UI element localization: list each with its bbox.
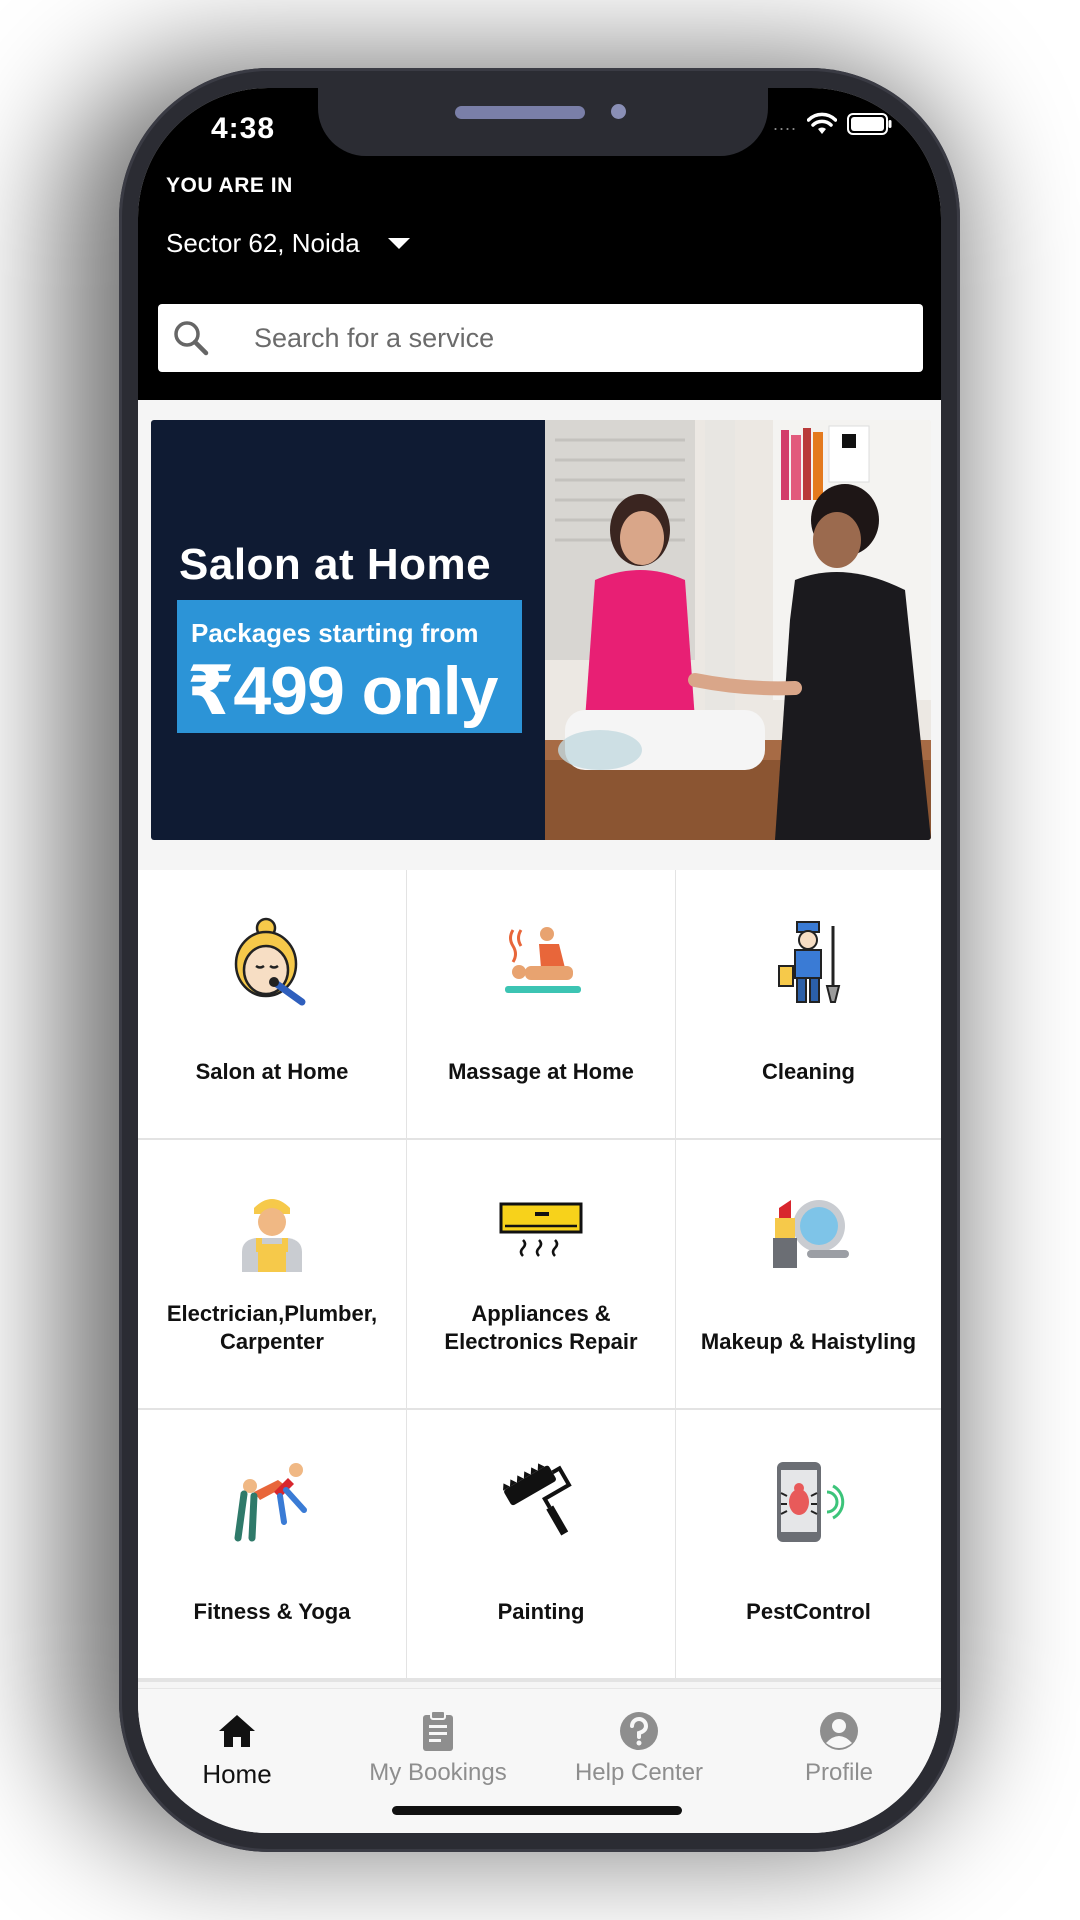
promo-banner[interactable]: Salon at Home Packages starting from ₹49… <box>151 420 931 840</box>
service-label: Appliances & Electronics Repair <box>444 1301 638 1354</box>
service-label: Electrician,Plumber, Carpenter <box>166 1301 378 1354</box>
battery-icon <box>847 113 892 135</box>
tab-help-center[interactable]: Help Center <box>539 1709 739 1787</box>
banner-subtitle: Packages starting from <box>191 618 479 648</box>
tab-label: My Bookings <box>369 1759 507 1786</box>
service-tile-cleaning[interactable]: Cleaning <box>676 870 941 1138</box>
home-indicator[interactable] <box>392 1806 682 1815</box>
service-label: PestControl <box>746 1599 871 1624</box>
location-caption: YOU ARE IN <box>166 174 293 197</box>
front-camera <box>611 104 626 119</box>
tab-my-bookings[interactable]: My Bookings <box>338 1709 538 1787</box>
clipboard-icon <box>423 1710 453 1751</box>
status-time: 4:38 <box>211 112 276 145</box>
profile-icon <box>820 1712 858 1750</box>
location-selector[interactable]: Sector 62, Noida <box>166 228 410 259</box>
service-label: Salon at Home <box>195 1059 349 1084</box>
banner-title: Salon at Home <box>179 540 492 589</box>
makeup-icon <box>772 1200 849 1268</box>
service-tile-electrician[interactable]: Electrician,Plumber, Carpenter <box>138 1140 406 1408</box>
search-input[interactable]: Search for a service <box>158 304 923 372</box>
services-grid: Salon at Home Massage at Home Cleaning E… <box>138 870 941 1682</box>
wifi-icon <box>807 112 837 134</box>
service-label: Painting <box>497 1599 585 1624</box>
location-value: Sector 62, Noida <box>166 228 360 258</box>
yoga-icon <box>234 1463 307 1542</box>
tab-label: Home <box>202 1759 272 1789</box>
speaker-grille <box>455 106 585 119</box>
facial-icon <box>234 917 306 1006</box>
pest-control-icon <box>776 1462 844 1542</box>
signal-icon: .... <box>772 113 797 134</box>
tab-profile[interactable]: Profile <box>739 1709 939 1787</box>
electrician-icon <box>242 1199 302 1272</box>
tab-label: Profile <box>804 1759 874 1786</box>
service-label: Fitness & Yoga <box>193 1599 351 1624</box>
search-placeholder: Search for a service <box>254 322 495 353</box>
notch <box>318 88 768 156</box>
service-tile-massage[interactable]: Massage at Home <box>407 870 675 1138</box>
massage-icon <box>505 927 581 993</box>
air-conditioner-icon <box>499 1202 583 1257</box>
help-icon <box>620 1712 658 1750</box>
home-icon <box>219 1715 255 1747</box>
service-tile-makeup[interactable]: Makeup & Haistyling <box>676 1140 941 1408</box>
service-label: Makeup & Haistyling <box>700 1329 917 1354</box>
service-tile-fitness[interactable]: Fitness & Yoga <box>138 1410 406 1678</box>
search-icon <box>174 321 209 356</box>
service-tile-salon[interactable]: Salon at Home <box>138 870 406 1138</box>
cleaner-icon <box>777 921 840 1003</box>
tab-label: Help Center <box>574 1759 704 1786</box>
banner-price: ₹499 only <box>187 653 498 729</box>
banner-photo <box>545 420 931 840</box>
banner-text-panel: Salon at Home Packages starting from ₹49… <box>151 420 545 840</box>
app-screen: 4:38 .... YOU ARE IN Sector 62, Noida Se… <box>138 88 941 1833</box>
tab-home[interactable]: Home <box>138 1709 337 1790</box>
service-tile-painting[interactable]: Painting <box>407 1410 675 1678</box>
service-label: Massage at Home <box>448 1059 634 1084</box>
status-icons: .... <box>773 112 893 136</box>
service-tile-appliances[interactable]: Appliances & Electronics Repair <box>407 1140 675 1408</box>
banner-price-badge: Packages starting from ₹499 only <box>177 600 522 733</box>
chevron-down-icon <box>387 238 410 249</box>
paint-roller-icon <box>503 1463 572 1536</box>
service-label: Cleaning <box>762 1059 855 1084</box>
service-tile-pest-control[interactable]: PestControl <box>676 1410 941 1678</box>
